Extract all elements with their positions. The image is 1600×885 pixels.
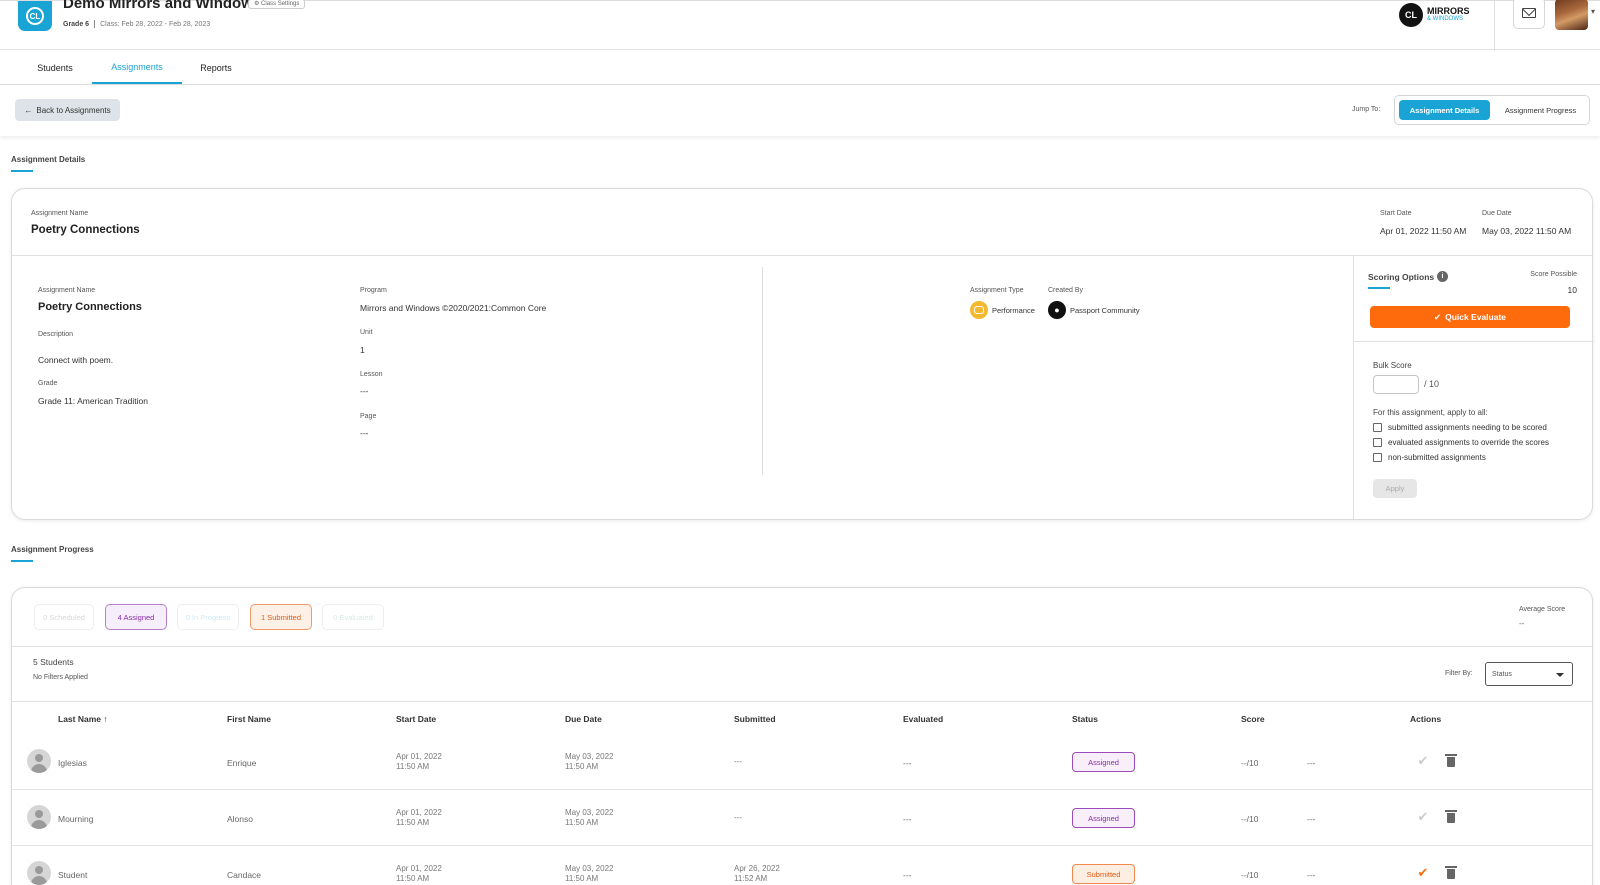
jump-to-toggle: Assignment Details Assignment Progress	[1394, 95, 1590, 125]
class-dates: Class: Feb 28, 2022 - Feb 28, 2023	[100, 20, 211, 28]
delete-button[interactable]	[1443, 808, 1459, 826]
tab-assignments[interactable]: Assignments	[92, 51, 182, 84]
performance-icon	[970, 301, 988, 319]
scoring-options-panel: Scoring Options i Score Possible 10 ✔ Qu…	[1353, 255, 1594, 519]
column-evaluated[interactable]: Evaluated	[903, 714, 943, 724]
apply-option-submitted[interactable]: submitted assignments needing to be scor…	[1373, 423, 1547, 432]
students-count: 5 Students	[33, 657, 74, 667]
score-possible: 10	[1567, 285, 1577, 295]
table-row: Iglesias Enrique Apr 01, 2022 11:50 AM Ma…	[12, 734, 1592, 790]
column-last-name[interactable]: Last Name ↑	[58, 714, 108, 724]
lesson: ---	[360, 386, 369, 396]
trash-icon	[1445, 810, 1457, 823]
filters-applied: No Filters Applied	[33, 674, 88, 681]
table-row: Student Candace Apr 01, 2022 11:50 AM May…	[12, 846, 1592, 885]
apply-option-non-submitted[interactable]: non-submitted assignments	[1373, 453, 1486, 462]
section-underline	[11, 560, 33, 562]
student-avatar	[27, 749, 51, 773]
apply-button[interactable]: Apply	[1373, 479, 1417, 498]
section-underline	[11, 170, 33, 172]
delete-button[interactable]	[1443, 864, 1459, 882]
column-start-date[interactable]: Start Date	[396, 714, 436, 724]
chevron-down-icon[interactable]: ▾	[1591, 7, 1595, 16]
jump-assignment-progress-button[interactable]: Assignment Progress	[1494, 100, 1587, 120]
pill-scheduled[interactable]: 0 Scheduled	[34, 604, 94, 630]
status-filter-pills: 0 Scheduled 4 Assigned 0 In Progress 1 S…	[12, 588, 1592, 647]
status-badge: Assigned	[1072, 808, 1135, 828]
user-avatar[interactable]	[1555, 0, 1588, 30]
chevron-down-icon	[1556, 673, 1564, 677]
pill-assigned[interactable]: 4 Assigned	[105, 604, 167, 630]
due-date: May 03, 2022 11:50 AM	[1482, 226, 1572, 236]
toolbar: ← Back to Assignments Jump To: Assignmen…	[0, 86, 1600, 136]
trash-icon	[1445, 866, 1457, 879]
jump-to-label: Jump To:	[1352, 106, 1381, 113]
grade: Grade 11: American Tradition	[38, 396, 148, 406]
scoring-options-title: Scoring Options	[1368, 272, 1435, 282]
unit: 1	[360, 345, 365, 355]
pill-evaluated[interactable]: 0 Evaluated	[322, 604, 384, 630]
assignment-details-card: Assignment Name Poetry Connections Start…	[11, 188, 1594, 520]
average-score: --	[1519, 619, 1525, 628]
column-status[interactable]: Status	[1072, 714, 1098, 724]
assignment-progress-card: 0 Scheduled 4 Assigned 0 In Progress 1 S…	[11, 587, 1593, 885]
pill-submitted[interactable]: 1 Submitted	[250, 604, 312, 630]
assignment-type: Performance	[992, 306, 1035, 315]
status-badge: Submitted	[1072, 864, 1135, 884]
column-first-name[interactable]: First Name	[227, 714, 271, 724]
brand-logo-icon: CL	[1399, 3, 1423, 27]
app-logo[interactable]: CL	[18, 1, 52, 31]
top-header: CL Demo Mirrors and Windows ⚙ Class Sett…	[0, 0, 1600, 51]
checkbox[interactable]	[1373, 453, 1382, 462]
mirrors-windows-logo: CL MIRRORS & WINDOWS	[1399, 2, 1470, 28]
class-title: Demo Mirrors and Windows	[63, 0, 262, 12]
filter-by-select[interactable]: Status	[1485, 662, 1573, 686]
status-badge: Assigned	[1072, 752, 1135, 772]
apply-option-evaluated[interactable]: evaluated assignments to override the sc…	[1373, 438, 1549, 447]
class-grade: Grade 6	[63, 20, 90, 28]
tab-students[interactable]: Students	[24, 51, 86, 84]
checkbox[interactable]	[1373, 423, 1382, 432]
bulk-score-input[interactable]	[1373, 375, 1419, 394]
checkbox[interactable]	[1373, 438, 1382, 447]
description: Connect with poem.	[38, 355, 114, 365]
column-due-date[interactable]: Due Date	[565, 714, 602, 724]
mail-icon	[1522, 8, 1536, 18]
arrow-left-icon: ←	[24, 105, 33, 115]
column-score[interactable]: Score	[1241, 714, 1265, 724]
student-avatar	[27, 861, 51, 885]
student-avatar	[27, 805, 51, 829]
tab-reports[interactable]: Reports	[188, 51, 244, 84]
class-info: Grade 6 Class: Feb 28, 2022 - Feb 28, 202…	[63, 20, 210, 28]
page: ---	[360, 428, 369, 438]
column-submitted[interactable]: Submitted	[734, 714, 776, 724]
assignment-name: Poetry Connections	[38, 301, 142, 313]
jump-assignment-details-button[interactable]: Assignment Details	[1399, 100, 1490, 120]
assignment-progress-heading: Assignment Progress	[11, 545, 94, 554]
evaluate-icon[interactable]: ✔	[1415, 864, 1431, 882]
evaluate-check-icon: ✔	[1433, 311, 1442, 322]
quick-evaluate-button[interactable]: ✔ Quick Evaluate	[1370, 306, 1570, 328]
start-date: Apr 01, 2022 11:50 AM	[1380, 226, 1467, 236]
delete-button[interactable]	[1443, 752, 1459, 770]
column-actions: Actions	[1410, 714, 1442, 724]
messages-button[interactable]	[1513, 0, 1545, 29]
header-divider	[1494, 1, 1495, 51]
assignment-details-heading: Assignment Details	[11, 155, 86, 164]
created-by: Passport Community	[1070, 306, 1140, 315]
class-settings-button[interactable]: ⚙ Class Settings	[248, 0, 306, 9]
pill-in-progress[interactable]: 0 In Progress	[177, 604, 239, 630]
main-tabs: Students Assignments Reports	[0, 51, 1600, 85]
evaluate-icon[interactable]: ✔	[1415, 752, 1431, 770]
evaluate-icon[interactable]: ✔	[1415, 808, 1431, 826]
info-icon[interactable]: i	[1437, 271, 1448, 282]
back-to-assignments-button[interactable]: ← Back to Assignments	[15, 99, 120, 121]
passport-community-icon: ●	[1048, 301, 1066, 319]
trash-icon	[1445, 754, 1457, 767]
program: Mirrors and Windows ©2020/2021:Common Co…	[360, 303, 547, 313]
assignment-name-header: Poetry Connections	[31, 224, 140, 236]
student-count-bar: 5 Students No Filters Applied Filter By:…	[12, 648, 1592, 702]
table-row: Mourning Alonso Apr 01, 2022 11:50 AM May…	[12, 790, 1592, 846]
